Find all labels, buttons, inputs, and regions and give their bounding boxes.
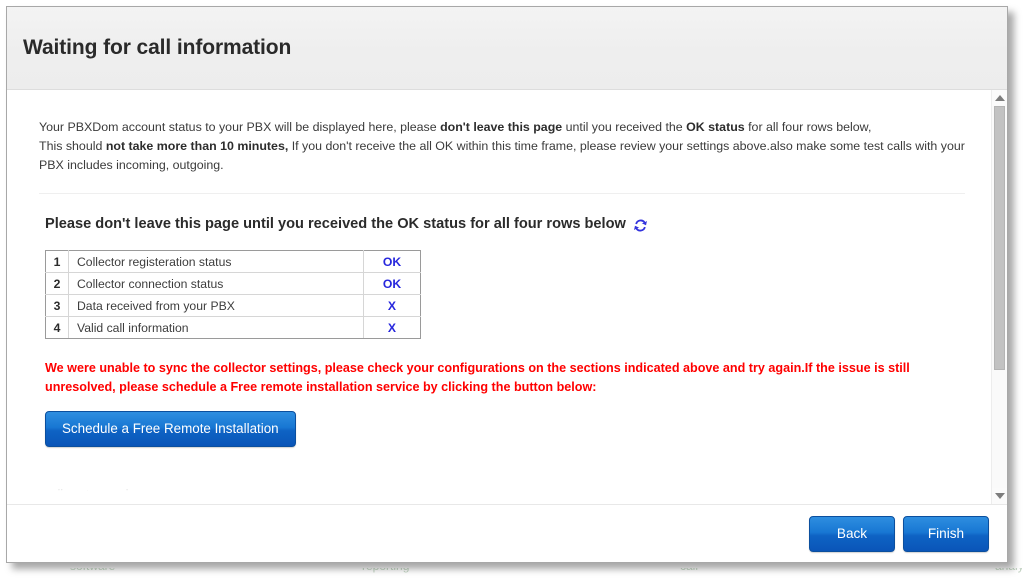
status-section-heading-label: Please don't leave this page until you r… <box>45 216 626 232</box>
table-row: 4 Valid call information X <box>46 317 421 339</box>
row-number: 2 <box>46 273 69 295</box>
refresh-icon[interactable] <box>633 218 648 233</box>
waiting-for-call-information-dialog: Waiting for call information Your PBXDom… <box>6 6 1008 563</box>
dialog-header: Waiting for call information <box>7 7 1007 90</box>
intro-line2-part3: If you don't receive the all OK within t… <box>288 139 965 153</box>
intro-line1-part5: for all four rows below, <box>745 120 872 134</box>
background-page-fragments: software reporting call analytics <box>0 568 1024 579</box>
section-divider <box>39 193 965 194</box>
scroll-content: Your PBXDom account status to your PBX w… <box>7 90 991 499</box>
schedule-free-remote-installation-button[interactable]: Schedule a Free Remote Installation <box>45 411 296 447</box>
table-row: 2 Collector connection status OK <box>46 273 421 295</box>
status-table-body: 1 Collector registeration status OK 2 Co… <box>46 251 421 339</box>
row-status: OK <box>364 273 421 295</box>
chevron-down-icon <box>995 493 1005 499</box>
status-table: 1 Collector registeration status OK 2 Co… <box>45 250 421 339</box>
clipped-following-text-label: call center service <box>45 487 141 499</box>
scrollbar-track[interactable] <box>992 106 1007 488</box>
background-fragment: software <box>70 568 115 573</box>
table-row: 3 Data received from your PBX X <box>46 295 421 317</box>
intro-line1-part1: Your PBXDom account status to your PBX w… <box>39 120 440 134</box>
dialog-title: Waiting for call information <box>23 36 291 60</box>
intro-emphasis-ten-minutes: not take more than 10 minutes, <box>106 139 288 153</box>
row-label: Data received from your PBX <box>69 295 364 317</box>
scroll-down-button[interactable] <box>992 488 1007 504</box>
intro-line3: PBX includes incoming, outgoing. <box>39 158 224 172</box>
back-button[interactable]: Back <box>809 516 895 552</box>
row-number: 1 <box>46 251 69 273</box>
row-status: X <box>364 317 421 339</box>
row-number: 3 <box>46 295 69 317</box>
clipped-following-text: call center service <box>45 487 965 499</box>
dialog-body: Your PBXDom account status to your PBX w… <box>7 90 1007 504</box>
row-status: X <box>364 295 421 317</box>
intro-emphasis-dont-leave: don't leave this page <box>440 120 562 134</box>
background-fragment: analytics <box>995 568 1024 573</box>
row-label: Collector connection status <box>69 273 364 295</box>
scrollbar-thumb[interactable] <box>994 106 1005 370</box>
status-section-heading: Please don't leave this page until you r… <box>45 216 965 232</box>
table-row: 1 Collector registeration status OK <box>46 251 421 273</box>
background-fragment: call <box>680 568 698 573</box>
error-message: We were unable to sync the collector set… <box>45 359 965 397</box>
intro-paragraph: Your PBXDom account status to your PBX w… <box>39 118 965 175</box>
intro-line2-part1: This should <box>39 139 106 153</box>
chevron-up-icon <box>995 95 1005 101</box>
background-fragment: reporting <box>362 568 409 573</box>
dialog-footer: Back Finish <box>7 504 1007 562</box>
intro-emphasis-ok-status: OK status <box>686 120 745 134</box>
row-status: OK <box>364 251 421 273</box>
row-number: 4 <box>46 317 69 339</box>
vertical-scrollbar[interactable] <box>991 90 1007 504</box>
finish-button[interactable]: Finish <box>903 516 989 552</box>
scroll-viewport[interactable]: Your PBXDom account status to your PBX w… <box>7 90 991 504</box>
row-label: Collector registeration status <box>69 251 364 273</box>
scroll-up-button[interactable] <box>992 90 1007 106</box>
intro-line1-part3: until you received the <box>562 120 686 134</box>
row-label: Valid call information <box>69 317 364 339</box>
